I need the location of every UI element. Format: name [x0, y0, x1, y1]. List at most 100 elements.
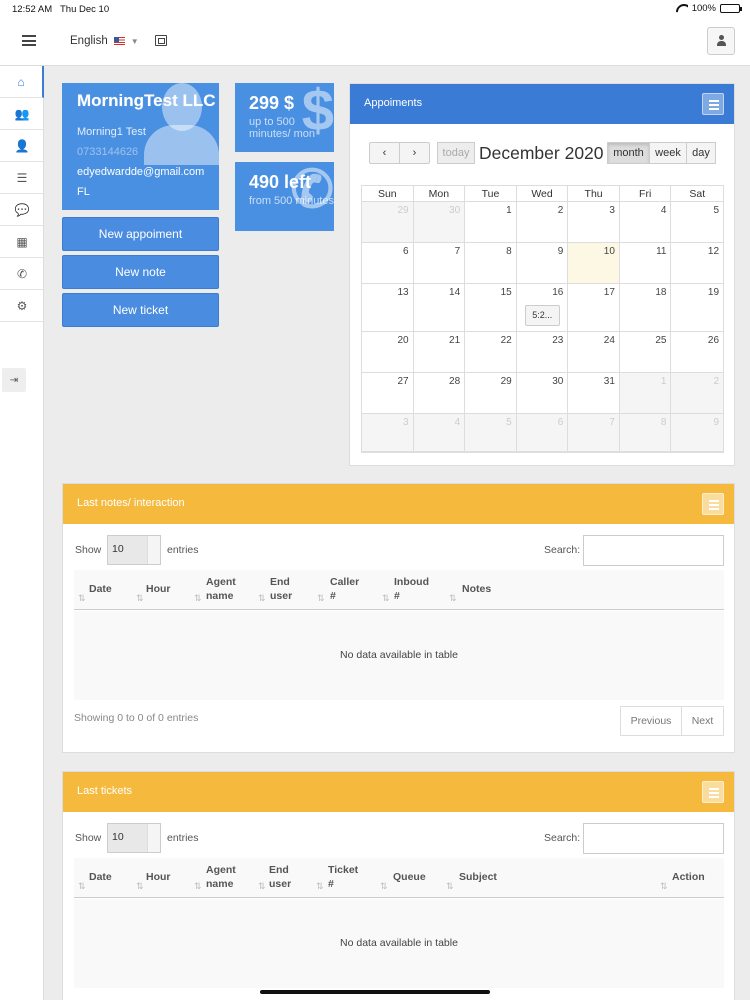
column-header-end-user[interactable]: ⇅ End user — [258, 575, 308, 615]
calendar-next-button[interactable]: › — [399, 142, 430, 164]
language-label: English — [70, 35, 108, 47]
user-menu-button[interactable] — [707, 27, 735, 55]
calendar-day-cell[interactable]: 21 — [413, 332, 466, 373]
calendar-day-cell[interactable]: 6 — [516, 414, 569, 452]
calendar-day-cell[interactable]: 9 — [516, 243, 569, 284]
calendar-day-cell[interactable]: 8 — [619, 414, 672, 452]
new-ticket-button[interactable]: New ticket — [62, 293, 219, 327]
sidebar-item-phone[interactable]: ✆ — [0, 258, 44, 290]
calendar-day-number: 11 — [656, 246, 667, 257]
profile-card: MorningTest LLC Morning1 Test 0733144626… — [62, 83, 219, 210]
minutes-caption: from 500 minutes — [249, 195, 334, 207]
calendar-day-cell[interactable]: 7 — [413, 243, 466, 284]
calendar-day-cell[interactable]: 2 — [671, 373, 724, 414]
appointments-panel-header: Appoiments — [350, 84, 734, 124]
calendar-day-cell[interactable]: 26 — [671, 332, 724, 373]
view-day-button[interactable]: day — [686, 142, 716, 164]
calendar-day-cell[interactable]: 18 — [619, 284, 672, 332]
notes-panel: Last notes/ interaction Show 10 entries … — [62, 483, 735, 753]
language-selector[interactable]: English ▼ — [70, 35, 139, 47]
calendar-day-cell[interactable]: 10 — [568, 243, 620, 284]
calendar-day-cell[interactable]: 19 — [671, 284, 724, 332]
calendar-day-cell[interactable]: 8 — [465, 243, 517, 284]
logout-icon[interactable]: ⇥ — [2, 368, 26, 392]
calendar-day-cell[interactable]: 1 — [465, 202, 517, 243]
calendar-day-cell[interactable]: 20 — [362, 332, 414, 373]
sidebar-item-list[interactable]: ☰ — [0, 162, 44, 194]
fullscreen-icon[interactable] — [155, 35, 167, 46]
contact-phone: 0733144626 — [77, 146, 139, 158]
panel-menu-icon[interactable] — [702, 93, 724, 115]
calendar-day-cell[interactable]: 2 — [516, 202, 569, 243]
calendar-day-cell[interactable]: 25 — [619, 332, 672, 373]
search-input[interactable] — [583, 535, 724, 566]
calendar-day-cell[interactable]: 16 5:2... — [516, 284, 569, 332]
column-header-inbound[interactable]: ⇅ Inboud # — [382, 575, 442, 615]
calendar-day-cell[interactable]: 24 — [568, 332, 620, 373]
calendar-day-cell[interactable]: 11 — [619, 243, 672, 284]
calendar-today-button[interactable]: today — [437, 142, 475, 164]
calendar-day-cell[interactable]: 17 — [568, 284, 620, 332]
menu-toggle-icon[interactable] — [22, 35, 36, 46]
calendar-prev-button[interactable]: ‹ — [369, 142, 400, 164]
panel-menu-icon[interactable] — [702, 781, 724, 803]
panel-menu-icon[interactable] — [702, 493, 724, 515]
sidebar-item-users[interactable]: 👥 — [0, 98, 44, 130]
calendar-day-cell[interactable]: 31 — [568, 373, 620, 414]
previous-page-button[interactable]: Previous — [620, 706, 682, 736]
calendar-dow-header: Sat — [671, 186, 724, 202]
calendar-day-cell[interactable]: 29 — [465, 373, 517, 414]
calendar-day-cell[interactable]: 6 — [362, 243, 414, 284]
calendar-day-cell[interactable]: 5 — [671, 202, 724, 243]
calendar-event[interactable]: 5:2... — [524, 305, 560, 326]
calendar-day-cell[interactable]: 14 — [413, 284, 466, 332]
battery-icon — [720, 4, 742, 13]
calendar-day-cell[interactable]: 3 — [362, 414, 414, 452]
view-month-button[interactable]: month — [607, 142, 650, 164]
calendar-day-cell[interactable]: 29 — [362, 202, 414, 243]
calendar-day-cell[interactable]: 23 — [516, 332, 569, 373]
sidebar-item-calendar[interactable]: ▦ — [0, 226, 44, 258]
calendar-day-cell[interactable]: 1 — [619, 373, 672, 414]
calendar-day-number: 7 — [454, 246, 461, 257]
new-note-button[interactable]: New note — [62, 255, 219, 289]
column-header-agent-name[interactable]: ⇅ Agent name — [194, 863, 254, 903]
calendar-day-cell[interactable]: 22 — [465, 332, 517, 373]
calendar-day-cell[interactable]: 3 — [568, 202, 620, 243]
new-appointment-button[interactable]: New appoiment — [62, 217, 219, 251]
calendar-day-number: 13 — [397, 287, 409, 298]
calendar-day-cell[interactable]: 28 — [413, 373, 466, 414]
calendar-day-cell[interactable]: 13 — [362, 284, 414, 332]
home-icon: ⌂ — [17, 74, 25, 89]
calendar-day-cell[interactable]: 4 — [619, 202, 672, 243]
calendar-day-number: 2 — [557, 205, 564, 216]
calendar-day-number: 20 — [397, 335, 409, 346]
page-length-select[interactable]: 10 — [107, 535, 161, 565]
search-input[interactable] — [583, 823, 724, 854]
calendar-dow-header: Mon — [413, 186, 466, 202]
calendar-day-cell[interactable]: 4 — [413, 414, 466, 452]
sidebar-item-home[interactable]: ⌂ — [0, 66, 44, 98]
calendar-day-cell[interactable]: 12 — [671, 243, 724, 284]
calendar-day-cell[interactable]: 30 — [516, 373, 569, 414]
column-header-agent-name[interactable]: ⇅ Agent name — [194, 575, 254, 615]
calendar-day-cell[interactable]: 7 — [568, 414, 620, 452]
calendar-day-cell[interactable]: 5 — [465, 414, 517, 452]
column-header-end-user[interactable]: ⇅ End user — [258, 863, 308, 903]
next-page-button[interactable]: Next — [681, 706, 724, 736]
calendar-day-number: 4 — [660, 205, 667, 216]
calendar-grid: Sun Mon Tue Wed Thu Fri Sat 29 30 1 2 3 4 5 6 7 8 9 10 11 12… — [361, 185, 724, 453]
home-indicator[interactable] — [260, 990, 490, 994]
page-length-select[interactable]: 10 — [107, 823, 161, 853]
calendar-day-number: 10 — [603, 246, 615, 257]
calendar-day-cell[interactable]: 9 — [671, 414, 724, 452]
calendar-day-cell[interactable]: 30 — [413, 202, 466, 243]
calendar-day-cell[interactable]: 27 — [362, 373, 414, 414]
sidebar-item-settings[interactable]: ⚙ — [0, 290, 44, 322]
column-header-ticket[interactable]: ⇅ Ticket # — [316, 863, 376, 903]
sidebar-item-user[interactable]: 👤 — [0, 130, 44, 162]
view-week-button[interactable]: week — [649, 142, 687, 164]
calendar-day-cell[interactable]: 15 — [465, 284, 517, 332]
sidebar-item-chat[interactable]: 💬 — [0, 194, 44, 226]
column-header-caller[interactable]: ⇅ Caller # — [317, 575, 377, 615]
